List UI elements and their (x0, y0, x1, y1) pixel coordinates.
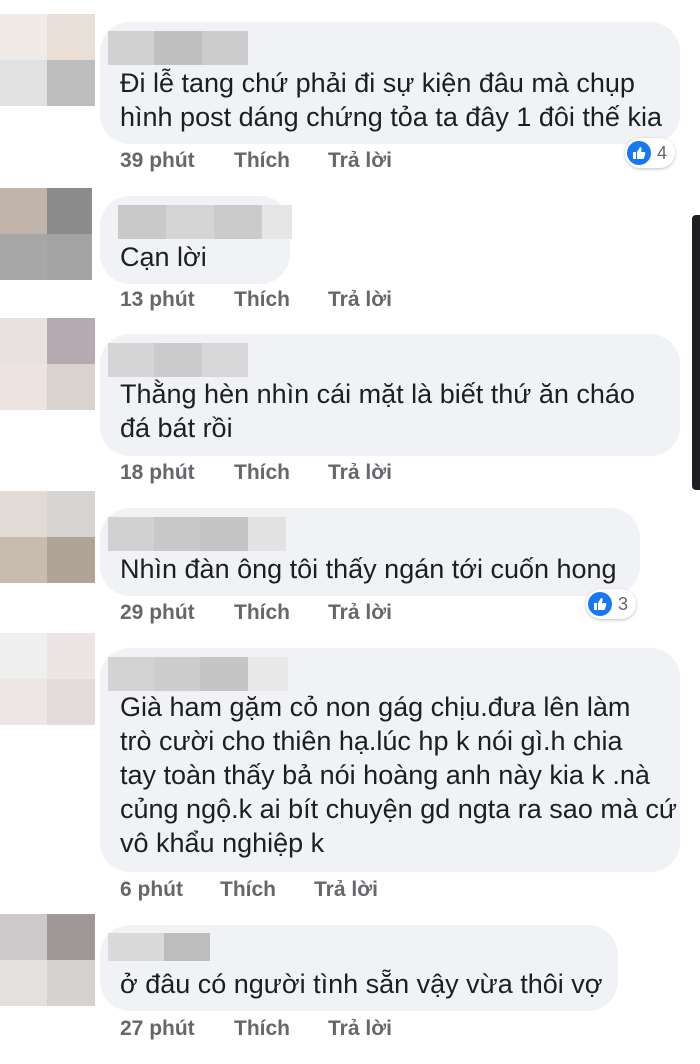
blur-block (202, 343, 248, 377)
like-button[interactable]: Thích (234, 461, 328, 485)
comment-bubble: Thằng hèn nhìn cái mặt là biết thứ ăn ch… (100, 334, 680, 456)
comment-text: Già ham gặm cỏ non gág chịu.đưa lên làm … (120, 692, 677, 858)
avatar-tile (47, 364, 95, 410)
blur-block (166, 205, 214, 239)
avatar-tile (0, 364, 47, 410)
reply-button[interactable]: Trả lời (328, 288, 392, 312)
blur-block (108, 343, 154, 377)
comment-time[interactable]: 6 phút (120, 878, 220, 902)
avatar[interactable] (0, 491, 95, 583)
comment-time[interactable]: 29 phút (120, 601, 234, 625)
blur-block (108, 933, 164, 961)
blur-block (108, 31, 154, 65)
avatar-tile (47, 960, 95, 1006)
like-button[interactable]: Thích (220, 878, 314, 902)
comment-text: Cạn lời (120, 242, 207, 272)
like-button[interactable]: Thích (234, 1017, 328, 1041)
avatar-tile (47, 234, 92, 280)
avatar-tile (0, 960, 47, 1006)
author-name-blurred[interactable] (108, 343, 248, 377)
comment-text: Nhìn đàn ông tôi thấy ngán tới cuốn hong (120, 554, 617, 584)
comment-time[interactable]: 18 phút (120, 461, 234, 485)
avatar-tile (0, 14, 47, 60)
blur-block (108, 657, 154, 691)
like-button[interactable]: Thích (234, 601, 328, 625)
avatar-tile (0, 914, 47, 960)
blur-block (202, 31, 248, 65)
blur-block (154, 31, 202, 65)
comment-bubble: Nhìn đàn ông tôi thấy ngán tới cuốn hong (100, 508, 640, 596)
avatar-tile (0, 537, 47, 583)
comment-bubble: ở đâu có người tình sẵn vậy vừa thôi vợ (100, 925, 618, 1011)
reply-button[interactable]: Trả lời (328, 1017, 392, 1041)
comment-text: Thằng hèn nhìn cái mặt là biết thứ ăn ch… (120, 379, 635, 443)
author-name-blurred[interactable] (108, 31, 248, 65)
author-name-blurred[interactable] (108, 517, 286, 551)
avatar-tile (47, 679, 95, 725)
blur-block (154, 517, 200, 551)
avatar[interactable] (0, 14, 95, 106)
reaction-count: 3 (618, 593, 629, 614)
blur-block (200, 517, 248, 551)
avatar-tile (0, 679, 47, 725)
avatar-tile (0, 188, 47, 234)
like-icon (588, 592, 612, 616)
blur-block (108, 517, 154, 551)
avatar-tile (0, 318, 47, 364)
reaction-badge[interactable]: 3 (586, 589, 637, 619)
blur-block (262, 205, 292, 239)
avatar-tile (47, 537, 95, 583)
blur-block (200, 657, 248, 691)
comment-text: Đi lễ tang chứ phải đi sự kiện đâu mà ch… (120, 68, 662, 132)
avatar-tile (0, 234, 47, 280)
author-name-blurred[interactable] (118, 205, 292, 239)
author-name-blurred[interactable] (108, 657, 288, 691)
reply-button[interactable]: Trả lời (328, 461, 392, 485)
like-button[interactable]: Thích (234, 288, 328, 312)
comment-text: ở đâu có người tình sẵn vậy vừa thôi vợ (120, 969, 603, 999)
avatar-tile (47, 914, 95, 960)
avatar-tile (47, 188, 92, 234)
blur-block (248, 657, 288, 691)
comment-actions: 6 phút Thích Trả lời (120, 875, 378, 905)
comment-actions: 27 phút Thích Trả lời (120, 1014, 392, 1044)
avatar-tile (0, 60, 47, 106)
reply-button[interactable]: Trả lời (328, 149, 392, 173)
avatar[interactable] (0, 914, 95, 1006)
avatar[interactable] (0, 633, 95, 725)
avatar-tile (47, 60, 95, 106)
reaction-badge[interactable]: 4 (625, 138, 676, 168)
blur-block (248, 517, 286, 551)
comment-actions: 39 phút Thích Trả lời (120, 146, 392, 176)
comment-actions: 18 phút Thích Trả lời (120, 458, 392, 488)
avatar-tile (0, 633, 47, 679)
avatar-tile (47, 14, 95, 60)
comment-time[interactable]: 13 phút (120, 288, 234, 312)
author-name-blurred[interactable] (108, 933, 210, 961)
blur-block (154, 343, 202, 377)
avatar[interactable] (0, 318, 95, 410)
comment-bubble: Đi lễ tang chứ phải đi sự kiện đâu mà ch… (100, 22, 680, 144)
comment-actions: 29 phút Thích Trả lời (120, 598, 392, 628)
avatar-tile (47, 318, 95, 364)
avatar-tile (47, 491, 95, 537)
comment-bubble: Già ham gặm cỏ non gág chịu.đưa lên làm … (100, 648, 680, 872)
avatar[interactable] (0, 188, 92, 280)
like-button[interactable]: Thích (234, 149, 328, 173)
comment-time[interactable]: 27 phút (120, 1017, 234, 1041)
comment-bubble: Cạn lời (100, 196, 292, 284)
scrollbar[interactable] (692, 215, 700, 490)
reaction-count: 4 (657, 142, 668, 163)
blur-block (118, 205, 166, 239)
blur-block (214, 205, 262, 239)
reply-button[interactable]: Trả lời (328, 601, 392, 625)
comment-time[interactable]: 39 phút (120, 149, 234, 173)
comment-actions: 13 phút Thích Trả lời (120, 285, 392, 315)
blur-block (154, 657, 200, 691)
avatar-tile (47, 633, 95, 679)
reply-button[interactable]: Trả lời (314, 878, 378, 902)
avatar-tile (0, 491, 47, 537)
like-icon (627, 141, 651, 165)
blur-block (164, 933, 210, 961)
